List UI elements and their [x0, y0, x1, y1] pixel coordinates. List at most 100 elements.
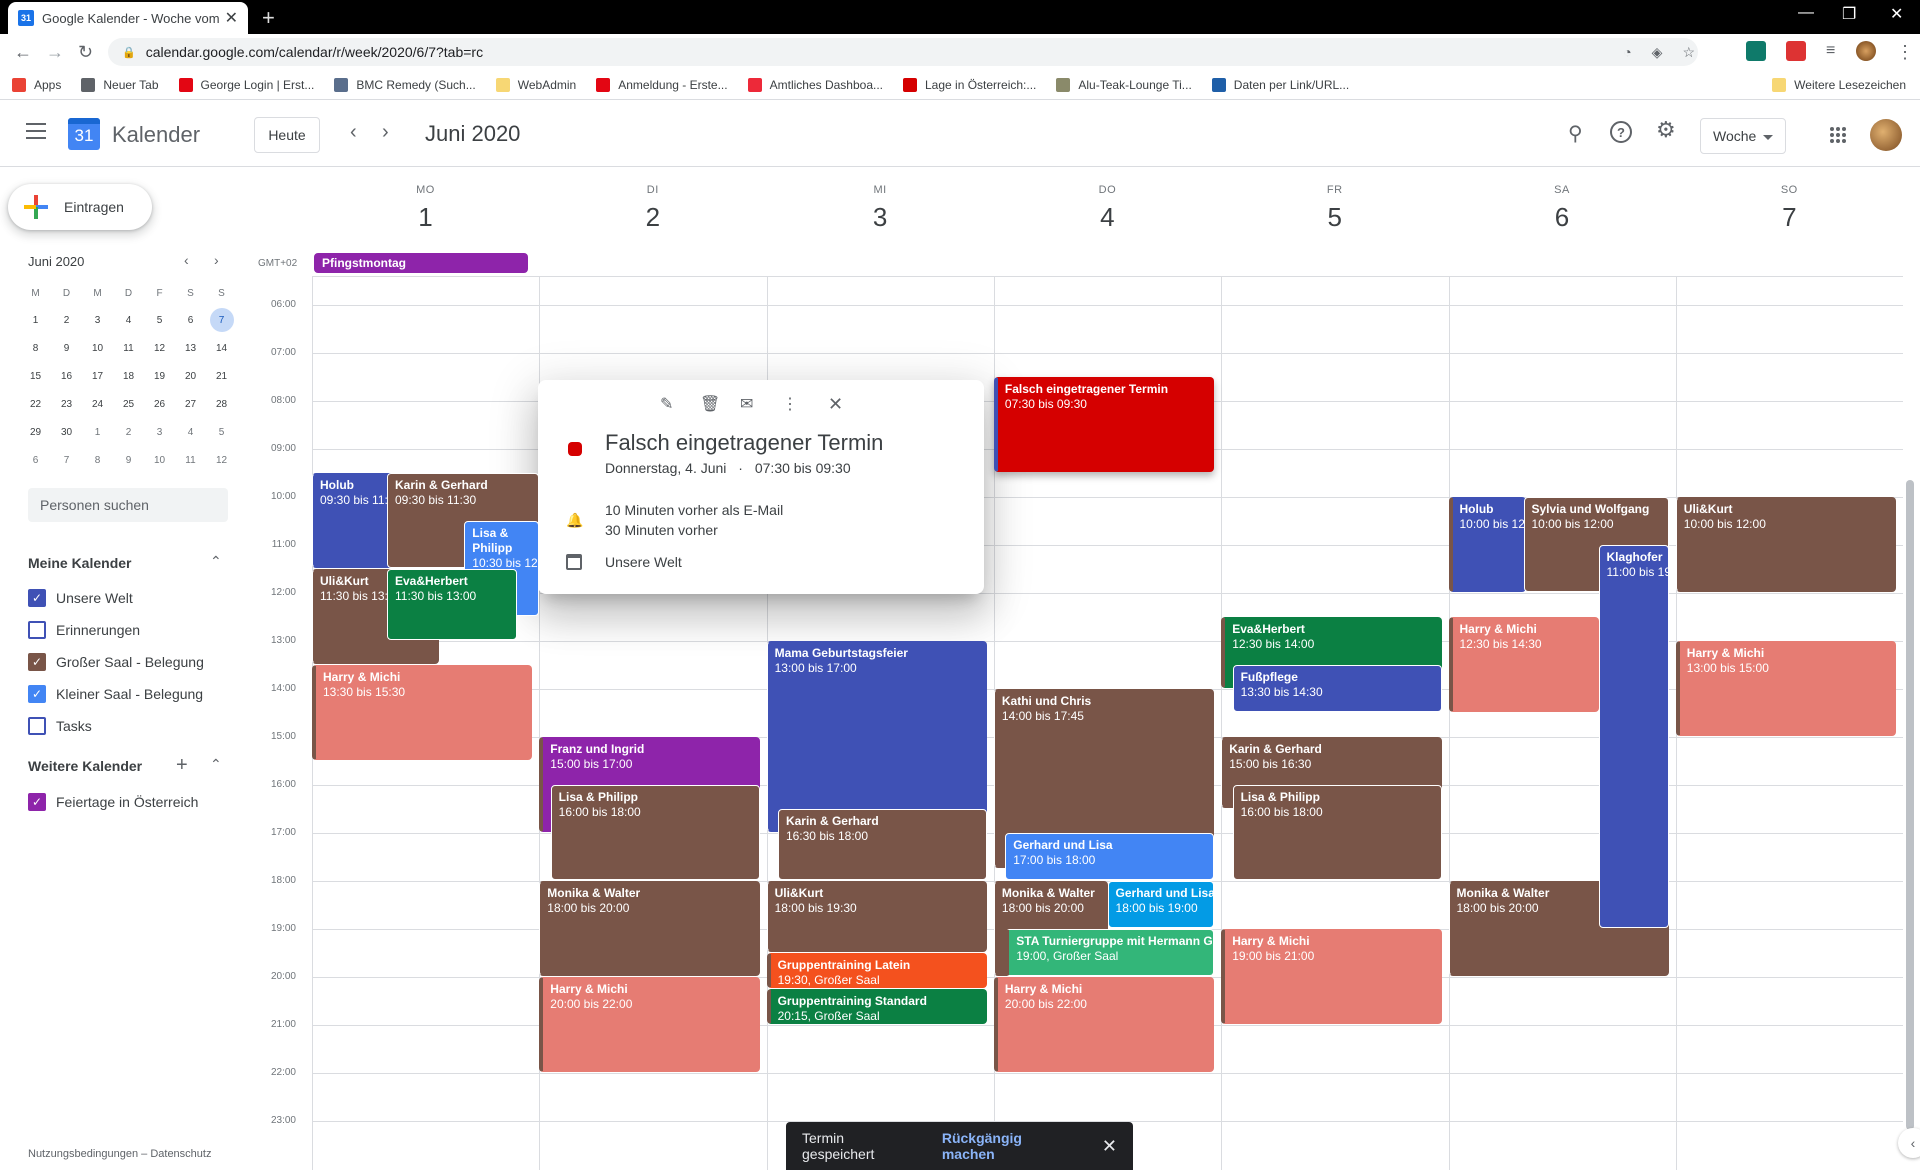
mini-day[interactable]: 12 — [144, 334, 175, 362]
mini-day[interactable]: 2 — [51, 306, 82, 334]
reload-icon[interactable]: ↻ — [78, 42, 93, 63]
day-number[interactable]: 6 — [1449, 202, 1676, 233]
collapse-my-calendars-icon[interactable]: ⌃ — [210, 553, 222, 570]
mini-day[interactable]: 3 — [82, 306, 113, 334]
mini-day[interactable]: 2 — [113, 418, 144, 446]
calendar-event[interactable]: Fußpflege 13:30 bis 14:30 — [1232, 664, 1442, 712]
day-number[interactable]: 1 — [312, 202, 539, 233]
extension-orf-icon[interactable] — [1786, 41, 1806, 61]
close-tab-icon[interactable]: ✕ — [225, 8, 238, 28]
day-number[interactable]: 3 — [767, 202, 994, 233]
mini-day[interactable]: 20 — [175, 362, 206, 390]
minimize-icon[interactable]: — — [1798, 4, 1814, 22]
mini-day[interactable]: 12 — [206, 446, 237, 474]
mini-day[interactable]: 14 — [206, 334, 237, 362]
calendar-event[interactable]: Karin & Gerhard 16:30 bis 18:00 — [777, 808, 988, 880]
help-icon[interactable]: ? — [1610, 121, 1632, 143]
bookmark-item[interactable]: WebAdmin — [495, 77, 576, 92]
calendar-item[interactable]: ✓ Großer Saal - Belegung — [28, 653, 204, 671]
mini-day[interactable]: 13 — [175, 334, 206, 362]
mini-day[interactable]: 4 — [113, 306, 144, 334]
calendar-item[interactable]: ✓ Kleiner Saal - Belegung — [28, 685, 203, 703]
calendar-event[interactable]: Harry & Michi 20:00 bis 22:00 — [993, 976, 1215, 1072]
mini-day[interactable]: 9 — [113, 446, 144, 474]
collapse-other-calendars-icon[interactable]: ⌃ — [210, 756, 222, 773]
media-control-icon[interactable]: ≡ — [1826, 42, 1835, 60]
other-bookmarks[interactable]: Weitere Lesezeichen — [1772, 78, 1906, 92]
mini-day[interactable]: 27 — [175, 390, 206, 418]
my-calendars-heading[interactable]: Meine Kalender — [28, 555, 131, 571]
next-week-icon[interactable]: › — [382, 121, 389, 144]
bookmark-item[interactable]: BMC Remedy (Such... — [334, 77, 476, 92]
footer-links[interactable]: Nutzungsbedingungen – Datenschutz — [28, 1148, 211, 1160]
bookmark-item[interactable]: Amtliches Dashboa... — [747, 77, 883, 92]
mini-day[interactable]: 25 — [113, 390, 144, 418]
extension-s-icon[interactable] — [1746, 41, 1766, 61]
mini-day[interactable]: 23 — [51, 390, 82, 418]
cookie-blocked-icon[interactable]: ◔ — [1623, 44, 1631, 61]
mini-day[interactable]: 6 — [20, 446, 51, 474]
back-icon[interactable]: ← — [14, 42, 32, 63]
more-options-icon[interactable]: ⋮ — [782, 394, 798, 414]
checkbox-icon[interactable]: ✓ — [28, 793, 46, 811]
mini-day[interactable]: 5 — [206, 418, 237, 446]
calendar-event[interactable]: Gruppentraining Standard 20:15, Großer Sa… — [766, 988, 988, 1024]
today-button[interactable]: Heute — [254, 117, 320, 153]
mini-day[interactable]: 7 — [206, 306, 237, 334]
side-panel-toggle-icon[interactable]: ‹ — [1898, 1128, 1920, 1158]
calendar-event[interactable]: STA Turniergruppe mit Hermann Göth 19:00,… — [1005, 928, 1215, 976]
day-header[interactable]: DO 4 — [994, 184, 1221, 233]
mini-day[interactable]: 11 — [113, 334, 144, 362]
mini-day[interactable]: 29 — [20, 418, 51, 446]
day-header[interactable]: MO 1 — [312, 184, 539, 233]
mini-day[interactable]: 10 — [144, 446, 175, 474]
url-input[interactable]: 🔒 calendar.google.com/calendar/r/week/20… — [108, 38, 1698, 66]
checkbox-icon[interactable]: ✓ — [28, 653, 46, 671]
mini-day[interactable]: 10 — [82, 334, 113, 362]
checkbox-icon[interactable]: ✓ — [28, 589, 46, 607]
profile-avatar-icon[interactable] — [1856, 41, 1876, 61]
calendar-event[interactable]: Monika & Walter 18:00 bis 20:00 — [539, 880, 760, 976]
mini-day[interactable]: 8 — [20, 334, 51, 362]
day-header[interactable]: SA 6 — [1449, 184, 1676, 233]
extension-icon[interactable]: ◈ — [1652, 44, 1663, 61]
view-selector[interactable]: Woche — [1700, 118, 1786, 154]
calendar-logo-icon[interactable]: 31 — [68, 118, 100, 150]
mini-day[interactable]: 26 — [144, 390, 175, 418]
undo-button[interactable]: Rückgängig machen — [942, 1130, 1076, 1162]
search-icon[interactable]: ⚲ — [1568, 121, 1583, 146]
create-event-button[interactable]: Eintragen — [8, 184, 152, 230]
calendar-event[interactable]: Harry & Michi 19:00 bis 21:00 — [1221, 928, 1442, 1024]
delete-trash-icon[interactable]: 🗑 — [700, 394, 720, 414]
bookmark-item[interactable]: Neuer Tab — [81, 77, 159, 92]
checkbox-icon[interactable]: ✓ — [28, 685, 46, 703]
grid-scrollbar[interactable] — [1906, 480, 1914, 1130]
mini-day[interactable]: 4 — [175, 418, 206, 446]
calendar-event[interactable]: Lisa & Philipp 16:00 bis 18:00 — [1232, 784, 1442, 880]
previous-week-icon[interactable]: ‹ — [350, 121, 357, 144]
mini-day[interactable]: 19 — [144, 362, 175, 390]
calendar-event[interactable]: Falsch eingetragener Termin 07:30 bis 09:… — [993, 376, 1215, 472]
mini-day[interactable]: 21 — [206, 362, 237, 390]
bookmark-item[interactable]: Lage in Österreich:... — [903, 77, 1036, 92]
other-calendars-heading[interactable]: Weitere Kalender — [28, 758, 142, 774]
calendar-event[interactable]: Gerhard und Lisa 18:00 bis 19:00 — [1107, 880, 1215, 928]
bookmark-item[interactable]: Daten per Link/URL... — [1211, 77, 1349, 92]
calendar-item[interactable]: Erinnerungen — [28, 621, 140, 639]
bookmark-item[interactable]: Apps — [12, 77, 61, 92]
day-header[interactable]: FR 5 — [1221, 184, 1448, 233]
add-calendar-icon[interactable]: + — [176, 754, 188, 777]
close-popover-icon[interactable]: ✕ — [828, 394, 843, 415]
bookmark-item[interactable]: Anmeldung - Erste... — [596, 77, 728, 92]
mini-day[interactable]: 28 — [206, 390, 237, 418]
calendar-event[interactable]: Harry & Michi 13:00 bis 15:00 — [1675, 640, 1897, 736]
checkbox-icon[interactable] — [28, 621, 46, 639]
mini-day[interactable]: 24 — [82, 390, 113, 418]
google-apps-icon[interactable] — [1830, 127, 1846, 143]
calendar-event[interactable]: Harry & Michi 20:00 bis 22:00 — [539, 976, 760, 1072]
all-day-event[interactable]: Pfingstmontag — [314, 253, 528, 273]
day-header[interactable]: DI 2 — [539, 184, 766, 233]
close-window-icon[interactable]: ✕ — [1890, 4, 1903, 24]
day-header[interactable]: MI 3 — [767, 184, 994, 233]
day-number[interactable]: 5 — [1221, 202, 1448, 233]
